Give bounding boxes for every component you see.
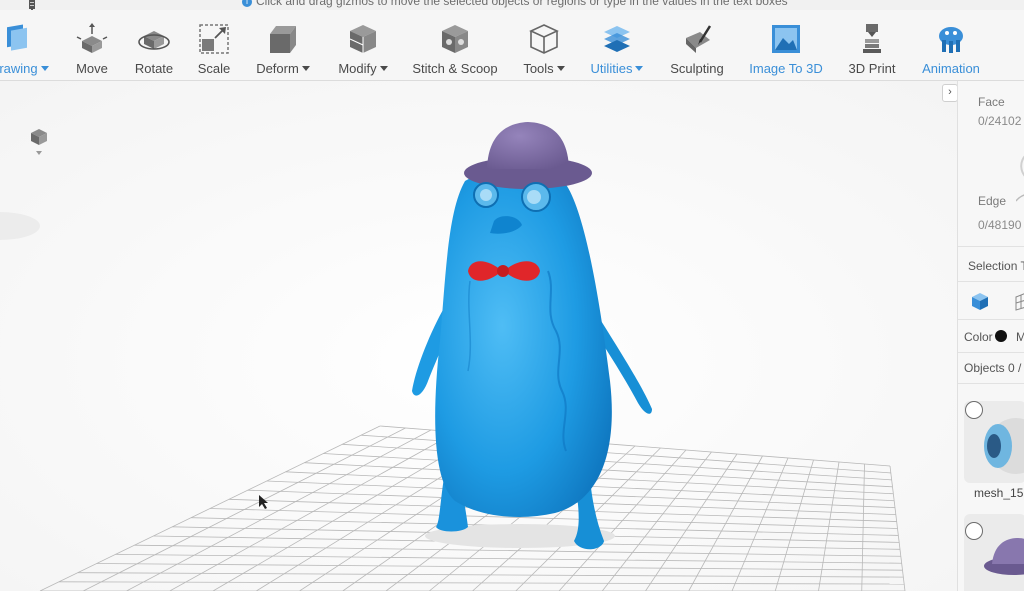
tool-sculpting[interactable]: Sculpting — [664, 10, 730, 80]
tool-label: Move — [76, 61, 108, 76]
hint-text: Click and drag gizmos to move the select… — [256, 0, 788, 8]
color-swatch[interactable] — [995, 330, 1007, 342]
hint-bar: i Click and drag gizmos to move the selec… — [0, 0, 1024, 10]
object-name: mesh_15 — [974, 486, 1024, 500]
face-label: Face — [978, 95, 1005, 109]
rotate-icon — [138, 31, 170, 50]
tool-label: 3D Print — [848, 61, 896, 76]
hint-text-wrap: i Click and drag gizmos to move the selec… — [242, 0, 788, 8]
edge-thumbnail — [1016, 194, 1024, 202]
tool-label: Deform — [248, 61, 318, 76]
tool-label: Tools — [514, 61, 574, 76]
tool-deform[interactable]: Deform — [248, 10, 318, 80]
tool-label: Stitch & Scoop — [412, 61, 498, 76]
scene-canvas[interactable] — [0, 81, 957, 591]
color-label: Color — [964, 330, 993, 344]
tool-label: Sculpting — [670, 61, 724, 76]
edge-count: 0/48190 — [978, 218, 1022, 232]
deform-icon — [270, 26, 296, 53]
tool-scale[interactable]: Scale — [184, 10, 244, 80]
tool-label: Modify — [330, 61, 396, 76]
object-select-radio[interactable] — [965, 401, 983, 419]
tool-label: Scale — [197, 61, 231, 76]
3d-print-icon — [863, 24, 881, 53]
drawing-icon — [7, 24, 27, 51]
face-count: 0/24102 — [978, 114, 1022, 128]
tool-drawing[interactable]: rawing — [0, 10, 54, 80]
tools-icon — [529, 24, 559, 54]
right-panel: Face 0/24102 Edge 0/48190 Selection T Co… — [957, 81, 1024, 591]
sculpting-icon — [686, 25, 712, 53]
tool-label: Rotate — [134, 61, 174, 76]
tool-label: Animation — [922, 61, 980, 76]
collapse-panel-button[interactable]: › — [942, 84, 958, 102]
objects-count-label: Objects 0 / 5 — [964, 361, 1024, 375]
tool-rotate[interactable]: Rotate — [124, 10, 184, 80]
selection-type-label: Selection T — [968, 259, 1024, 273]
face-select-icon[interactable] — [1014, 291, 1024, 311]
tool-label: Utilities — [584, 61, 650, 76]
modify-icon — [349, 25, 376, 53]
scale-icon — [199, 24, 229, 54]
animation-icon — [939, 27, 963, 53]
tool-animation[interactable]: Animation — [914, 10, 988, 80]
tool-stitch-scoop[interactable]: Stitch & Scoop — [408, 10, 502, 80]
material-label: M — [1016, 330, 1024, 344]
tool-label: rawing — [0, 61, 54, 76]
tool-tools[interactable]: Tools — [514, 10, 574, 80]
info-icon: i — [242, 0, 252, 7]
3d-viewport[interactable] — [0, 81, 957, 591]
object-select-icon[interactable] — [970, 291, 990, 311]
object-select-radio[interactable] — [965, 522, 983, 540]
tool-label: Image To 3D — [749, 61, 823, 76]
move-icon — [76, 23, 108, 53]
tool-utilities[interactable]: Utilities — [584, 10, 650, 80]
tool-move[interactable]: Move — [62, 10, 122, 80]
main-toolbar: rawing Move Rotate Scale Deform Modify S… — [0, 10, 1024, 81]
tool-modify[interactable]: Modify — [330, 10, 396, 80]
utilities-icon — [604, 26, 630, 52]
stitch-scoop-icon — [442, 25, 468, 53]
tool-image-to-3d[interactable]: Image To 3D — [742, 10, 830, 80]
tool-3d-print[interactable]: 3D Print — [840, 10, 904, 80]
edge-label: Edge — [978, 194, 1007, 208]
face-thumbnail — [1020, 155, 1024, 177]
image-to-3d-icon — [772, 25, 800, 53]
